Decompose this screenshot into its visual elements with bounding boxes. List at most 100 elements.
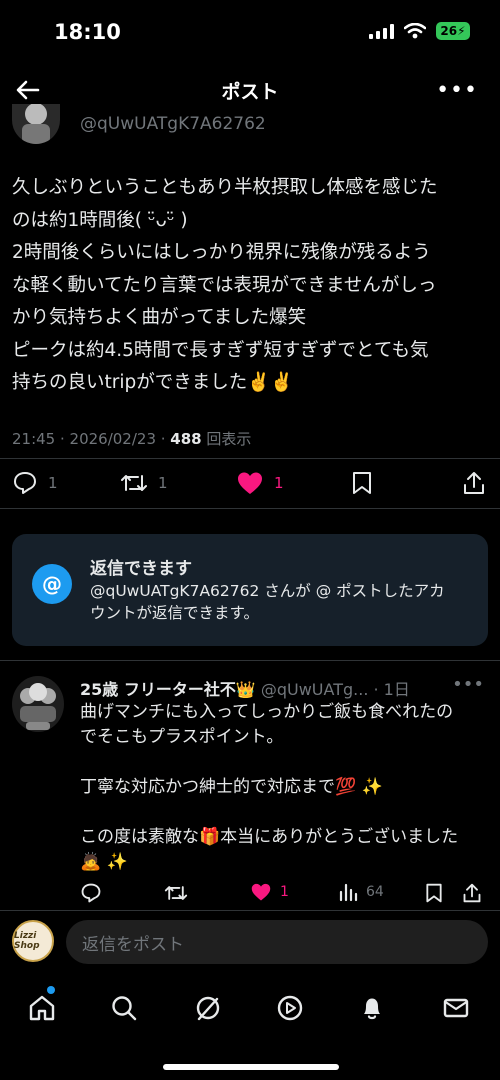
reply-share-button[interactable] [462,882,482,904]
reply-like-button[interactable]: 1 [250,882,289,902]
reply-composer: Lizzi Shop 返信をポスト [0,916,500,970]
avatar[interactable] [12,676,64,732]
reply-permission-desc: @qUwUATgK7A62762 さんが @ ポストしたアカ ウントが返信できま… [90,580,474,624]
charging-bolt-icon: ⚡ [457,24,466,38]
search-icon [112,996,137,1021]
reply-tweet[interactable]: 25歳 フリーター社不👑 @qUwUATg... · 1日 ••• 曲げマンチに… [0,672,500,912]
share-icon [463,883,481,903]
home-indicator [163,1064,339,1070]
reply-line: この度は素敵な🎁本当にありがとうございました [80,827,459,847]
like-button[interactable]: 1 [236,470,284,496]
home-notification-dot [47,986,55,994]
reply-text: 曲げマンチにも入ってしっかりご飯も食べれたの でそこもプラスポイント。 丁寧な対… [80,700,490,875]
mail-icon [443,998,469,1018]
reply-reply-button[interactable] [80,882,102,904]
post-meta: 21:45 · 2026/02/23 · 488 回表示 [12,428,251,449]
grok-icon [196,996,220,1021]
home-icon [29,995,55,1021]
reply-permission-card: @ 返信できます @qUwUATgK7A62762 さんが @ ポストしたアカ … [12,534,488,646]
post-line: 久しぶりということもあり半枚摂取し体感を感じた [12,177,438,198]
views-count[interactable]: 488 [170,430,201,448]
play-icon [277,995,303,1021]
bell-icon [364,998,380,1020]
divider [0,458,500,459]
reply-permission-desc-line: ウントが返信できます。 [90,604,259,622]
reply-button[interactable]: 1 [12,470,58,496]
tab-home[interactable] [22,988,62,1028]
like-count: 1 [274,474,284,492]
status-bar: 18:10 26 ⚡ [0,0,500,68]
post-author-row: @qUwUATgK7A62762 [0,104,500,144]
reply-like-count: 1 [280,884,289,900]
tab-messages[interactable] [436,988,476,1028]
reply-more-icon[interactable]: ••• [452,674,484,695]
battery-indicator: 26 ⚡ [436,22,470,40]
tab-video[interactable] [270,988,310,1028]
post-line: 持ちの良いtripができました✌️✌️ [12,372,294,393]
heart-filled-icon [251,883,271,901]
bookmark-icon [353,472,371,494]
divider [0,910,500,911]
post-line: のは約1時間後( ᵕ̈ᴗᵕ̈ ) [12,209,188,231]
bookmark-icon [426,883,442,903]
post-line: な軽く動いてたり言葉では表現ができませんがしっ [12,274,437,296]
post-timestamp: 21:45 · 2026/02/23 · [12,430,171,448]
reply-icon [81,883,101,903]
repost-count: 1 [158,474,168,492]
nav-bar: ポスト ••• [0,68,500,112]
tab-grok[interactable] [188,988,228,1028]
reply-permission-desc-line: @qUwUATgK7A62762 さんが @ ポストしたアカ [90,582,445,600]
reply-author-name[interactable]: 25歳 フリーター社不👑 [80,680,256,699]
reply-header: 25歳 フリーター社不👑 @qUwUATg... · 1日 [80,676,410,700]
post-line: 2時間後くらいにはしっかり視界に残像が残るよう [12,242,431,263]
reply-views-count: 64 [366,884,384,900]
reply-time: · 1日 [368,680,410,699]
reply-line: 丁寧な対応かつ紳士的で対応まで💯 ✨ [80,777,383,797]
battery-level: 26 [440,24,458,38]
reply-author-handle[interactable]: @qUwUATg... [256,680,369,699]
reply-icon [14,472,36,494]
reply-repost-button[interactable] [164,882,188,904]
reply-actions: 1 64 [80,880,490,908]
bookmark-button[interactable] [350,470,374,496]
status-icons: 26 ⚡ [369,22,470,40]
repost-icon [164,886,188,900]
tab-notifications[interactable] [352,988,392,1028]
more-options-icon[interactable]: ••• [436,78,478,103]
bottom-tab-bar [0,978,500,1038]
post-actions: 1 1 1 [0,466,500,502]
page-title: ポスト [221,81,279,103]
avatar-image [22,104,50,144]
user-avatar-logo: Lizzi Shop [14,931,40,951]
cellular-signal-icon [369,23,394,39]
reply-line: でそこもプラスポイント。 [80,727,284,747]
repost-button[interactable]: 1 [120,470,168,496]
share-button[interactable] [462,470,486,496]
wifi-icon [404,23,426,39]
divider [0,508,500,509]
at-sign-icon: @ [32,564,72,604]
reply-views-button[interactable]: 64 [338,882,384,902]
divider [0,660,500,661]
views-label: 回表示 [201,430,252,448]
repost-icon [121,475,147,491]
reply-line: 曲げマンチにも入ってしっかりご飯も食べれたの [80,702,454,722]
post-line: ピークは約4.5時間で長すぎず短すぎずでとても気 [12,339,429,361]
post-line: かり気持ちよく曲がってました爆笑 [12,307,307,328]
author-handle[interactable]: @qUwUATgK7A62762 [80,114,266,134]
status-time: 18:10 [54,20,121,44]
avatar-image [20,683,56,730]
user-avatar[interactable]: Lizzi Shop [12,920,54,962]
avatar[interactable] [12,104,60,144]
reply-input-placeholder: 返信をポスト [82,934,184,955]
reply-bookmark-button[interactable] [424,882,444,904]
reply-input[interactable]: 返信をポスト [66,920,488,964]
reply-permission-title: 返信できます [90,559,192,579]
reply-count: 1 [48,474,58,492]
post-text: 久しぶりということもあり半枚摂取し体感を感じた のは約1時間後( ᵕ̈ᴗᵕ̈ )… [12,172,490,400]
reply-line [80,750,490,775]
reply-line: 🙇 ✨ [80,852,128,872]
tab-search[interactable] [104,988,144,1028]
reply-line [80,800,490,825]
share-icon [464,472,484,494]
